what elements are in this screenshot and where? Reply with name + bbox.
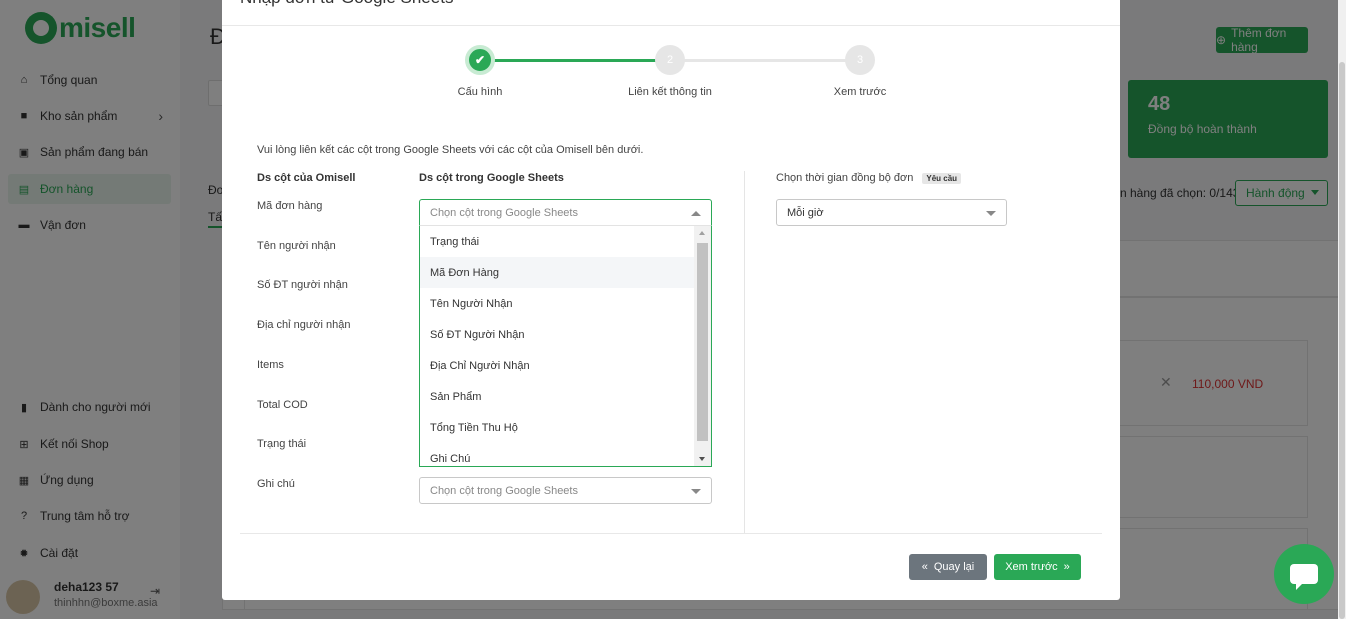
field-recipient-name: Tên người nhận xyxy=(257,240,336,252)
import-modal: Nhập đơn từ Google Sheets ✔ 2 3 Cấu hình… xyxy=(222,0,1120,600)
field-note: Ghi chú xyxy=(257,478,295,490)
dropdown-option[interactable]: Số ĐT Người Nhận xyxy=(420,319,694,350)
sync-interval-value: Mỗi giờ xyxy=(787,206,824,219)
dropdown-option[interactable]: Ghi Chú xyxy=(420,443,694,466)
omisell-columns-header: Ds cột của Omisell xyxy=(257,172,356,184)
scroll-up-icon[interactable] xyxy=(699,231,705,235)
footer-divider xyxy=(240,533,1102,534)
column-options-dropdown: Trạng thái Mã Đơn Hàng Tên Người Nhận Số… xyxy=(419,225,712,467)
dropdown-option[interactable]: Tên Người Nhận xyxy=(420,288,694,319)
modal-title: Nhập đơn từ Google Sheets xyxy=(240,0,453,8)
field-items: Items xyxy=(257,359,284,371)
scrollbar-thumb[interactable] xyxy=(1339,62,1345,619)
dropdown-option[interactable]: Trạng thái xyxy=(420,226,694,257)
field-total-cod: Total COD xyxy=(257,399,308,411)
preview-button[interactable]: Xem trước » xyxy=(994,554,1081,580)
dropdown-option[interactable]: Sản Phẩm xyxy=(420,381,694,412)
field-recipient-address: Địa chỉ người nhận xyxy=(257,319,351,331)
step-3-label: Xem trước xyxy=(833,86,887,98)
double-chevron-right-icon: » xyxy=(1063,561,1070,573)
order-id-column-select[interactable]: Chọn cột trong Google Sheets xyxy=(419,199,712,226)
dropdown-option[interactable]: Tổng Tiền Thu Hộ xyxy=(420,412,694,443)
sync-interval-select[interactable]: Mỗi giờ xyxy=(776,199,1007,226)
step-1-label: Cấu hình xyxy=(457,86,503,98)
dropdown-option[interactable]: Địa Chỉ Người Nhận xyxy=(420,350,694,381)
dropdown-option[interactable]: Mã Đơn Hàng xyxy=(420,257,694,288)
instruction-text: Vui lòng liên kết các cột trong Google S… xyxy=(257,144,644,156)
step-2-label: Liên kết thông tin xyxy=(628,86,712,98)
caret-down-icon xyxy=(691,489,701,494)
back-button-label: Quay lại xyxy=(933,561,975,573)
caret-up-icon xyxy=(691,211,701,216)
chat-button[interactable] xyxy=(1274,544,1334,604)
select-placeholder: Chọn cột trong Google Sheets xyxy=(430,206,578,219)
step-pending-line xyxy=(670,59,860,62)
dropdown-scrollbar[interactable] xyxy=(694,226,711,466)
modal-header: Nhập đơn từ Google Sheets xyxy=(222,0,1120,26)
required-badge: Yêu cầu xyxy=(922,172,962,184)
preview-button-label: Xem trước xyxy=(1005,561,1058,573)
scroll-down-icon[interactable] xyxy=(699,457,705,461)
page-scrollbar[interactable] xyxy=(1338,0,1346,619)
field-order-id: Mã đơn hàng xyxy=(257,200,323,212)
back-button[interactable]: « Quay lại xyxy=(909,554,987,580)
column-divider xyxy=(744,171,745,533)
step-3-dot: 3 xyxy=(845,45,875,75)
note-column-select[interactable]: Chọn cột trong Google Sheets xyxy=(419,477,712,504)
step-1-check-icon: ✔ xyxy=(465,45,495,75)
sync-time-text: Chọn thời gian đồng bộ đơn xyxy=(776,172,914,184)
select-placeholder: Chọn cột trong Google Sheets xyxy=(430,484,578,497)
dropdown-scrollbar-thumb[interactable] xyxy=(697,243,708,441)
field-status: Trạng thái xyxy=(257,438,307,450)
sheets-columns-header: Ds cột trong Google Sheets xyxy=(419,172,564,184)
field-recipient-phone: Số ĐT người nhận xyxy=(257,279,348,291)
caret-down-icon xyxy=(986,211,996,216)
sync-time-label: Chọn thời gian đồng bộ đơn Yêu cầu xyxy=(776,172,962,184)
step-progress-line xyxy=(480,59,670,62)
double-chevron-left-icon: « xyxy=(921,561,928,573)
chat-bubble-icon xyxy=(1290,564,1318,590)
step-2-dot: 2 xyxy=(655,45,685,75)
